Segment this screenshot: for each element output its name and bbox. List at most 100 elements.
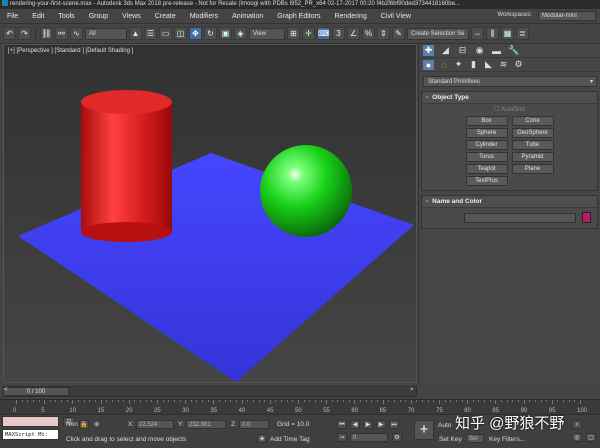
set-key-icon[interactable]: + (414, 420, 434, 440)
play-icon[interactable]: ▶ (363, 420, 373, 429)
select-move-icon[interactable]: ✥ (189, 27, 202, 40)
window-crossing-icon[interactable]: ◫ (174, 27, 187, 40)
select-object-icon[interactable]: ▲ (129, 27, 142, 40)
time-tag-icon[interactable]: ◈ (257, 434, 267, 443)
lights-icon[interactable]: ✦ (453, 59, 464, 70)
workspaces-dropdown[interactable]: Modular-mini (538, 11, 596, 21)
menu-views[interactable]: Views (115, 13, 148, 20)
name-and-color-header[interactable]: - Name and Color (422, 196, 597, 208)
menu-group[interactable]: Group (82, 13, 115, 20)
previous-frame-icon[interactable]: ◀ (350, 420, 360, 429)
go-to-end-icon[interactable]: ⏭ (389, 420, 399, 429)
spacewarps-icon[interactable]: ≋ (498, 59, 509, 70)
selected-dropdown[interactable]: Sel (466, 434, 484, 443)
teapot-button[interactable]: Teapot (465, 164, 508, 174)
menu-civil-view[interactable]: Civil View (374, 13, 418, 20)
keyboard-shortcut-override-icon[interactable]: ⌨ (317, 27, 330, 40)
menu-rendering[interactable]: Rendering (327, 13, 373, 20)
ref-coord-dropdown[interactable]: View (249, 27, 285, 40)
pyramid-button[interactable]: Pyramid (511, 152, 554, 162)
next-frame-icon[interactable]: ▶ (376, 420, 386, 429)
percent-snap-icon[interactable]: % (362, 27, 375, 40)
spinner-snap-icon[interactable]: ⇕ (377, 27, 390, 40)
rect-selection-icon[interactable]: ▭ (159, 27, 172, 40)
menu-modifiers[interactable]: Modifiers (183, 13, 225, 20)
time-slider[interactable]: 0 / 100 (3, 387, 69, 396)
zoom-extents-icon[interactable]: ⌕ (572, 420, 582, 429)
display-tab-icon[interactable]: ▬ (491, 46, 502, 56)
menu-tools[interactable]: Tools (51, 13, 81, 20)
cone-button[interactable]: Cone (511, 116, 554, 126)
geometry-icon[interactable]: ● (423, 59, 434, 70)
maxscript-listener-bottom[interactable]: MAXScript Mi: (2, 429, 59, 440)
current-frame-field[interactable]: 0 (350, 433, 388, 442)
redo-icon[interactable]: ↷ (18, 27, 31, 40)
object-color-swatch[interactable] (582, 212, 591, 223)
key-mode-icon[interactable]: ⊸ (337, 433, 347, 442)
geosphere-button[interactable]: GeoSphere (511, 128, 554, 138)
menu-file[interactable]: File (0, 13, 25, 20)
mirror-icon[interactable]: ⇔ (471, 27, 484, 40)
select-by-name-icon[interactable]: ☰ (144, 27, 157, 40)
box-button[interactable]: Box (465, 116, 508, 126)
undo-icon[interactable]: ↶ (3, 27, 16, 40)
pivot-center-icon[interactable]: ⊞ (287, 27, 300, 40)
time-config-icon[interactable]: ⚙ (392, 433, 402, 442)
torus-button[interactable]: Torus (465, 152, 508, 162)
bind-spacewarp-icon[interactable]: ∿ (70, 27, 83, 40)
object-type-header[interactable]: - Object Type (422, 92, 597, 104)
select-manipulate-icon[interactable]: ✛ (302, 27, 315, 40)
x-coord-field[interactable]: 22.524 (136, 420, 174, 429)
orbit-icon[interactable]: ◎ (572, 433, 582, 442)
menu-create[interactable]: Create (148, 13, 183, 20)
z-coord-field[interactable]: 0.0 (239, 420, 269, 429)
tube-button[interactable]: Tube (511, 140, 554, 150)
key-filters-button[interactable]: Key Filters... (489, 436, 525, 443)
helpers-icon[interactable]: ◣ (483, 59, 494, 70)
autogrid-checkbox[interactable]: ☐ AutoGrid (422, 104, 597, 115)
y-coord-field[interactable]: 232.301 (186, 420, 226, 429)
object-name-field[interactable] (464, 212, 577, 223)
named-selection-sets-dropdown[interactable]: Create Selection Se (407, 27, 469, 40)
perspective-viewport[interactable]: [+] [Perspective ] [Standard ] [Default … (3, 44, 417, 383)
sphere-button[interactable]: Sphere (465, 128, 508, 138)
set-key-button[interactable]: Set Key (439, 436, 462, 443)
modify-tab-icon[interactable]: ◢ (440, 45, 451, 56)
maximize-viewport-icon[interactable]: ▢ (586, 433, 596, 442)
unlink-icon[interactable]: ⚯ (55, 27, 68, 40)
add-time-tag[interactable]: Add Time Tag (270, 436, 310, 443)
textplus-button[interactable]: TextPlus (465, 176, 508, 186)
edit-named-sets-icon[interactable]: ✎ (392, 27, 405, 40)
select-rotate-icon[interactable]: ↻ (204, 27, 217, 40)
systems-icon[interactable]: ⚙ (513, 59, 524, 70)
cameras-icon[interactable]: ▮ (468, 59, 479, 70)
cylinder-button[interactable]: Cylinder (465, 140, 508, 150)
toggle-scene-explorer-icon[interactable]: ▦ (501, 27, 514, 40)
link-icon[interactable]: ⛓ (40, 27, 53, 40)
selection-filter-dropdown[interactable]: All (85, 27, 127, 40)
auto-key-button[interactable]: Auto (438, 422, 451, 429)
menu-graph-editors[interactable]: Graph Editors (270, 13, 327, 20)
align-icon[interactable]: ⫼ (486, 27, 499, 40)
time-slider-prev-icon[interactable]: < (4, 387, 8, 393)
menu-edit[interactable]: Edit (25, 13, 51, 20)
snaps-toggle-icon[interactable]: 3 (332, 27, 345, 40)
time-slider-next-icon[interactable]: > (410, 387, 414, 393)
go-to-start-icon[interactable]: ⏮ (337, 420, 347, 429)
category-dropdown[interactable]: Standard Primitives ▾ (423, 76, 597, 87)
create-tab-icon[interactable]: ✚ (423, 45, 434, 56)
absolute-mode-icon[interactable]: ⊕ (94, 420, 99, 428)
toggle-layer-explorer-icon[interactable]: ≣ (516, 27, 529, 40)
lock-icon[interactable]: 🔒 (79, 420, 89, 429)
select-scale-icon[interactable]: ▣ (219, 27, 232, 40)
menu-animation[interactable]: Animation (225, 13, 270, 20)
maxscript-listener-top[interactable] (2, 416, 59, 427)
place-icon[interactable]: ◈ (234, 27, 247, 40)
shapes-icon[interactable]: ◌ (438, 60, 449, 70)
motion-tab-icon[interactable]: ◉ (474, 45, 485, 56)
angle-snap-icon[interactable]: ∠ (347, 27, 360, 40)
hierarchy-tab-icon[interactable]: ⊟ (457, 45, 468, 56)
track-bar-tick (523, 400, 525, 404)
plane-button[interactable]: Plane (511, 164, 554, 174)
utilities-tab-icon[interactable]: 🔧 (508, 45, 519, 56)
